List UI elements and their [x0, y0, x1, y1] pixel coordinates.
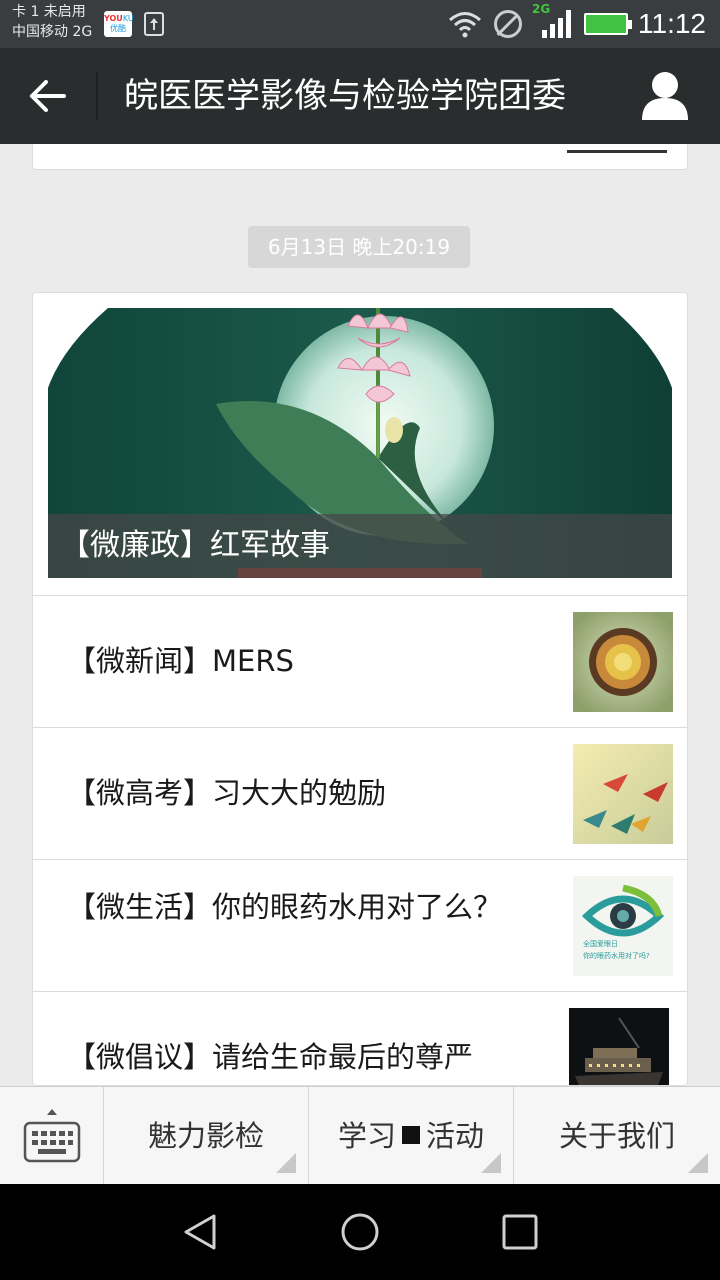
ship-thumbnail	[569, 1008, 669, 1085]
article-card: 【微廉政】红军故事 【微新闻】MERS 【微高考】习大大的勉励 【微生活】你的眼…	[32, 292, 688, 1086]
carrier-info: 卡 1 未启用 中国移动 2G	[12, 2, 92, 42]
article-title: 【微高考】习大大的勉励	[67, 776, 387, 810]
article-title: 【微倡议】请给生命最后的尊严	[67, 1040, 474, 1074]
youku-app-icon: YOUKU 优酷	[104, 11, 134, 37]
submenu-indicator-icon	[481, 1153, 501, 1173]
previous-article-image-edge	[567, 150, 667, 153]
title-bar: 皖医医学影像与检验学院团委	[0, 48, 720, 144]
submenu-indicator-icon	[688, 1153, 708, 1173]
menu-item-charm[interactable]: 魅力影检	[104, 1087, 309, 1185]
bottom-menu: 魅力影检 学习 活动 关于我们	[0, 1086, 720, 1185]
eye-thumb-caption-1: 全国爱眼日	[583, 939, 618, 948]
cover-caption-bar: 【微廉政】红军故事	[48, 514, 672, 578]
menu-item-label: 魅力影检	[147, 1119, 264, 1153]
cover-article[interactable]: 【微廉政】红军故事	[48, 308, 672, 578]
eye-thumb-caption-2: 你的眼药水用对了吗?	[583, 951, 650, 960]
menu-item-label-right: 活动	[426, 1119, 485, 1153]
previous-article-card[interactable]	[32, 144, 688, 170]
nav-home-icon[interactable]	[340, 1212, 380, 1252]
article-list-item[interactable]: 【微新闻】MERS	[33, 595, 687, 727]
menu-item-study-activity[interactable]: 学习 活动	[309, 1087, 514, 1185]
article-list-item[interactable]: 【微生活】你的眼药水用对了么？ 全国爱眼日 你的眼药水用对了吗?	[33, 859, 687, 991]
page-title: 皖医医学影像与检验学院团委	[124, 76, 566, 116]
nav-back-icon[interactable]	[180, 1212, 220, 1252]
status-bar: 卡 1 未启用 中国移动 2G YOUKU 优酷 2G 11:12	[0, 0, 720, 48]
carrier-line-1: 卡 1 未启用	[12, 4, 86, 20]
system-navigation-bar	[0, 1184, 720, 1280]
article-title: 【微生活】你的眼药水用对了么？	[67, 890, 503, 924]
carrier-line-2: 中国移动 2G	[12, 24, 93, 40]
article-title: 【微新闻】MERS	[67, 644, 294, 678]
menu-item-label-left: 学习	[337, 1119, 396, 1153]
paper-cranes-thumbnail	[573, 744, 673, 844]
message-timestamp: 6月13日 晚上20:19	[248, 226, 470, 268]
profile-icon[interactable]	[640, 70, 690, 122]
square-icon	[402, 1126, 420, 1144]
article-list-item[interactable]: 【微高考】习大大的勉励	[33, 727, 687, 859]
nav-recents-icon[interactable]	[502, 1214, 538, 1250]
keyboard-toggle[interactable]	[0, 1087, 104, 1185]
wifi-icon	[449, 12, 481, 38]
battery-charging-icon	[584, 13, 632, 35]
upload-icon	[144, 12, 164, 36]
title-divider	[96, 72, 98, 120]
do-not-disturb-icon	[494, 10, 522, 38]
virus-thumbnail	[573, 612, 673, 712]
signal-strength-icon	[542, 10, 571, 38]
back-arrow-icon[interactable]	[28, 78, 68, 114]
menu-item-about-us[interactable]: 关于我们	[514, 1087, 720, 1185]
article-list-item[interactable]: 【微倡议】请给生命最后的尊严	[33, 991, 687, 1085]
menu-item-label: 关于我们	[558, 1119, 675, 1153]
cover-article-title: 【微廉政】红军故事	[60, 528, 330, 563]
submenu-indicator-icon	[276, 1153, 296, 1173]
eye-care-thumbnail: 全国爱眼日 你的眼药水用对了吗?	[573, 876, 673, 976]
keyboard-icon	[23, 1109, 81, 1163]
clock: 11:12	[638, 8, 706, 39]
